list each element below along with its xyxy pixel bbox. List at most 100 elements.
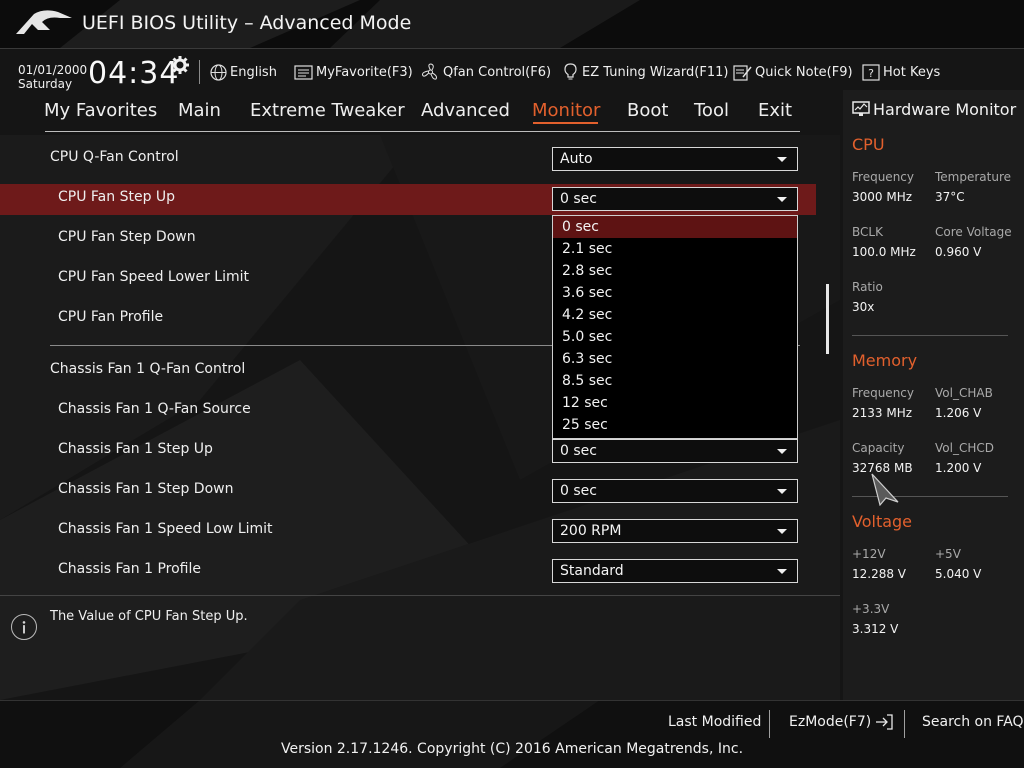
hw-capacity-label: Capacity bbox=[852, 441, 905, 455]
ezmode-label: EzMode(F7) bbox=[789, 714, 872, 730]
tab-boot[interactable]: Boot bbox=[627, 100, 668, 121]
select-value: 0 sec bbox=[560, 191, 597, 207]
hw-5v: 5.040 V bbox=[935, 567, 982, 581]
setting-chassis-fan1-qfan-control[interactable]: Chassis Fan 1 Q-Fan Control bbox=[50, 361, 245, 377]
scrollbar[interactable] bbox=[826, 284, 829, 354]
hw-cpu-temperature: 37°C bbox=[935, 190, 965, 204]
rog-logo bbox=[16, 10, 72, 34]
setting-cpu-fan-step-down[interactable]: CPU Fan Step Down bbox=[58, 229, 196, 245]
gear-icon[interactable] bbox=[171, 56, 189, 74]
hw-ratio: 30x bbox=[852, 300, 875, 314]
select-value: 0 sec bbox=[560, 483, 597, 499]
favorite-icon bbox=[294, 64, 313, 80]
tab-my-favorites[interactable]: My Favorites bbox=[44, 100, 157, 121]
hw-mem-frequency: 2133 MHz bbox=[852, 406, 913, 420]
select-value: Standard bbox=[560, 563, 624, 579]
title-divider bbox=[0, 48, 1024, 49]
hw-12v-label: +12V bbox=[852, 547, 886, 561]
dropdown-option[interactable]: 2.1 sec bbox=[553, 238, 797, 260]
setting-chassis-fan1-step-up[interactable]: Chassis Fan 1 Step Up bbox=[58, 441, 213, 457]
info-icon bbox=[11, 614, 37, 640]
hw-divider bbox=[852, 335, 1008, 336]
copyright-text: Version 2.17.1246. Copyright (C) 2016 Am… bbox=[280, 741, 744, 757]
search-on-faq-button[interactable]: Search on FAQ bbox=[922, 714, 1024, 730]
select-value: 0 sec bbox=[560, 443, 597, 459]
ezmode-button[interactable]: EzMode(F7) bbox=[789, 714, 894, 730]
tab-advanced[interactable]: Advanced bbox=[421, 100, 510, 121]
hot-keys-label: Hot Keys bbox=[883, 64, 941, 80]
dropdown-option[interactable]: 0 sec bbox=[553, 216, 797, 238]
cpu-fan-step-up-select[interactable]: 0 sec bbox=[552, 187, 798, 211]
hw-33v: 3.312 V bbox=[852, 622, 899, 636]
chevron-down-icon bbox=[777, 197, 787, 202]
bottom-separator bbox=[769, 710, 770, 738]
help-divider bbox=[0, 595, 840, 596]
help-text: The Value of CPU Fan Step Up. bbox=[50, 609, 248, 624]
chassis-fan1-profile-select[interactable]: Standard bbox=[552, 559, 798, 583]
chassis-fan1-step-down-select[interactable]: 0 sec bbox=[552, 479, 798, 503]
hot-keys-button[interactable]: ? Hot Keys bbox=[862, 62, 940, 82]
hw-5v-label: +5V bbox=[935, 547, 961, 561]
setting-chassis-fan1-speed-low-limit[interactable]: Chassis Fan 1 Speed Low Limit bbox=[58, 521, 273, 537]
chassis-fan1-step-up-select[interactable]: 0 sec bbox=[552, 439, 798, 463]
day-value: Saturday bbox=[18, 77, 73, 91]
hw-cpu-temperature-label: Temperature bbox=[935, 170, 1012, 184]
hw-33v-label: +3.3V bbox=[852, 602, 890, 616]
globe-icon bbox=[210, 63, 227, 81]
chevron-down-icon bbox=[777, 569, 787, 574]
fan-step-up-dropdown: 0 sec 2.1 sec 2.8 sec 3.6 sec 4.2 sec 5.… bbox=[552, 215, 798, 439]
time-display: 04:34 bbox=[88, 56, 180, 91]
tab-monitor[interactable]: Monitor bbox=[532, 100, 600, 121]
svg-text:?: ? bbox=[868, 67, 874, 80]
hardware-monitor-title: Hardware Monitor bbox=[873, 100, 1017, 119]
tab-exit[interactable]: Exit bbox=[758, 100, 792, 121]
dropdown-option[interactable]: 8.5 sec bbox=[553, 370, 797, 392]
tab-tool[interactable]: Tool bbox=[694, 100, 729, 121]
dropdown-option[interactable]: 6.3 sec bbox=[553, 348, 797, 370]
quick-note-label: Quick Note(F9) bbox=[755, 64, 853, 80]
chevron-down-icon bbox=[777, 449, 787, 454]
hw-cpu-frequency-label: Frequency bbox=[852, 170, 914, 184]
dropdown-option[interactable]: 4.2 sec bbox=[553, 304, 797, 326]
bottom-separator bbox=[904, 710, 905, 738]
last-modified-button[interactable]: Last Modified bbox=[668, 714, 761, 730]
setting-cpu-fan-speed-lower-limit[interactable]: CPU Fan Speed Lower Limit bbox=[58, 269, 249, 285]
ez-tuning-wizard-label: EZ Tuning Wizard(F11) bbox=[582, 64, 729, 80]
chevron-down-icon bbox=[777, 157, 787, 162]
qfan-control-button[interactable]: Qfan Control(F6) bbox=[421, 62, 551, 82]
dropdown-option[interactable]: 3.6 sec bbox=[553, 282, 797, 304]
hw-memory-heading: Memory bbox=[852, 351, 918, 370]
dropdown-option[interactable]: 2.8 sec bbox=[553, 260, 797, 282]
chevron-down-icon bbox=[777, 529, 787, 534]
hw-voltage-heading: Voltage bbox=[852, 512, 913, 531]
dropdown-option[interactable]: 5.0 sec bbox=[553, 326, 797, 348]
hw-vol-chab: 1.206 V bbox=[935, 406, 982, 420]
hotkeys-icon: ? bbox=[862, 63, 880, 81]
myfavorite-button[interactable]: MyFavorite(F3) bbox=[294, 62, 413, 82]
hw-bclk-label: BCLK bbox=[852, 225, 883, 239]
hw-12v: 12.288 V bbox=[852, 567, 907, 581]
dropdown-option[interactable]: 25 sec bbox=[553, 414, 797, 436]
lightbulb-icon bbox=[564, 63, 577, 80]
hw-ratio-label: Ratio bbox=[852, 280, 883, 294]
tab-extreme-tweaker[interactable]: Extreme Tweaker bbox=[250, 100, 405, 121]
ez-tuning-wizard-button[interactable]: EZ Tuning Wizard(F11) bbox=[562, 62, 728, 82]
dropdown-option[interactable]: 12 sec bbox=[553, 392, 797, 414]
setting-cpu-fan-step-up[interactable]: CPU Fan Step Up bbox=[58, 189, 175, 205]
tab-main[interactable]: Main bbox=[178, 100, 221, 121]
setting-chassis-fan1-qfan-source[interactable]: Chassis Fan 1 Q-Fan Source bbox=[58, 401, 251, 417]
setting-cpu-qfan-control[interactable]: CPU Q-Fan Control bbox=[50, 149, 179, 165]
date-value: 01/01/2000 bbox=[18, 63, 88, 77]
setting-chassis-fan1-step-down[interactable]: Chassis Fan 1 Step Down bbox=[58, 481, 233, 497]
chevron-down-icon bbox=[777, 489, 787, 494]
chassis-fan1-speed-low-limit-select[interactable]: 200 RPM bbox=[552, 519, 798, 543]
window-title: UEFI BIOS Utility – Advanced Mode bbox=[82, 12, 412, 34]
cpu-qfan-control-select[interactable]: Auto bbox=[552, 147, 798, 171]
note-icon bbox=[733, 64, 752, 81]
hw-core-voltage: 0.960 V bbox=[935, 245, 982, 259]
quick-note-button[interactable]: Quick Note(F9) bbox=[733, 62, 853, 82]
hw-core-voltage-label: Core Voltage bbox=[935, 225, 1012, 239]
setting-cpu-fan-profile[interactable]: CPU Fan Profile bbox=[58, 309, 163, 325]
setting-chassis-fan1-profile[interactable]: Chassis Fan 1 Profile bbox=[58, 561, 201, 577]
language-button[interactable]: English bbox=[210, 62, 277, 82]
